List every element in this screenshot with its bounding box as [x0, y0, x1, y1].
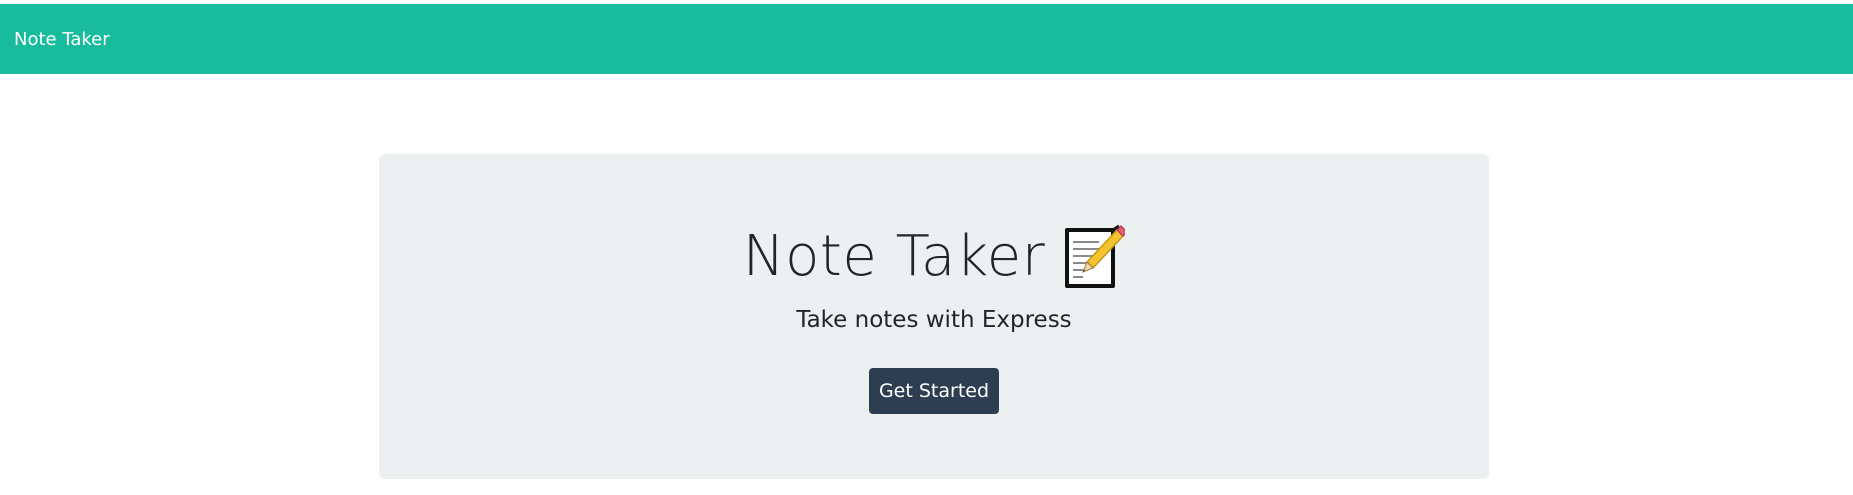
- navbar-brand[interactable]: Note Taker: [14, 29, 110, 50]
- hero-subtitle: Take notes with Express: [796, 307, 1072, 333]
- page-title: Note Taker: [742, 224, 1046, 289]
- get-started-button[interactable]: Get Started: [869, 368, 999, 414]
- memo-icon: [1063, 224, 1129, 290]
- hero-title-row: Note Taker: [379, 222, 1489, 292]
- hero-panel: Note Taker Take notes with Express Get S…: [379, 154, 1489, 479]
- cta-wrapper: Get Started: [379, 368, 1489, 414]
- navbar: Note Taker: [0, 4, 1853, 74]
